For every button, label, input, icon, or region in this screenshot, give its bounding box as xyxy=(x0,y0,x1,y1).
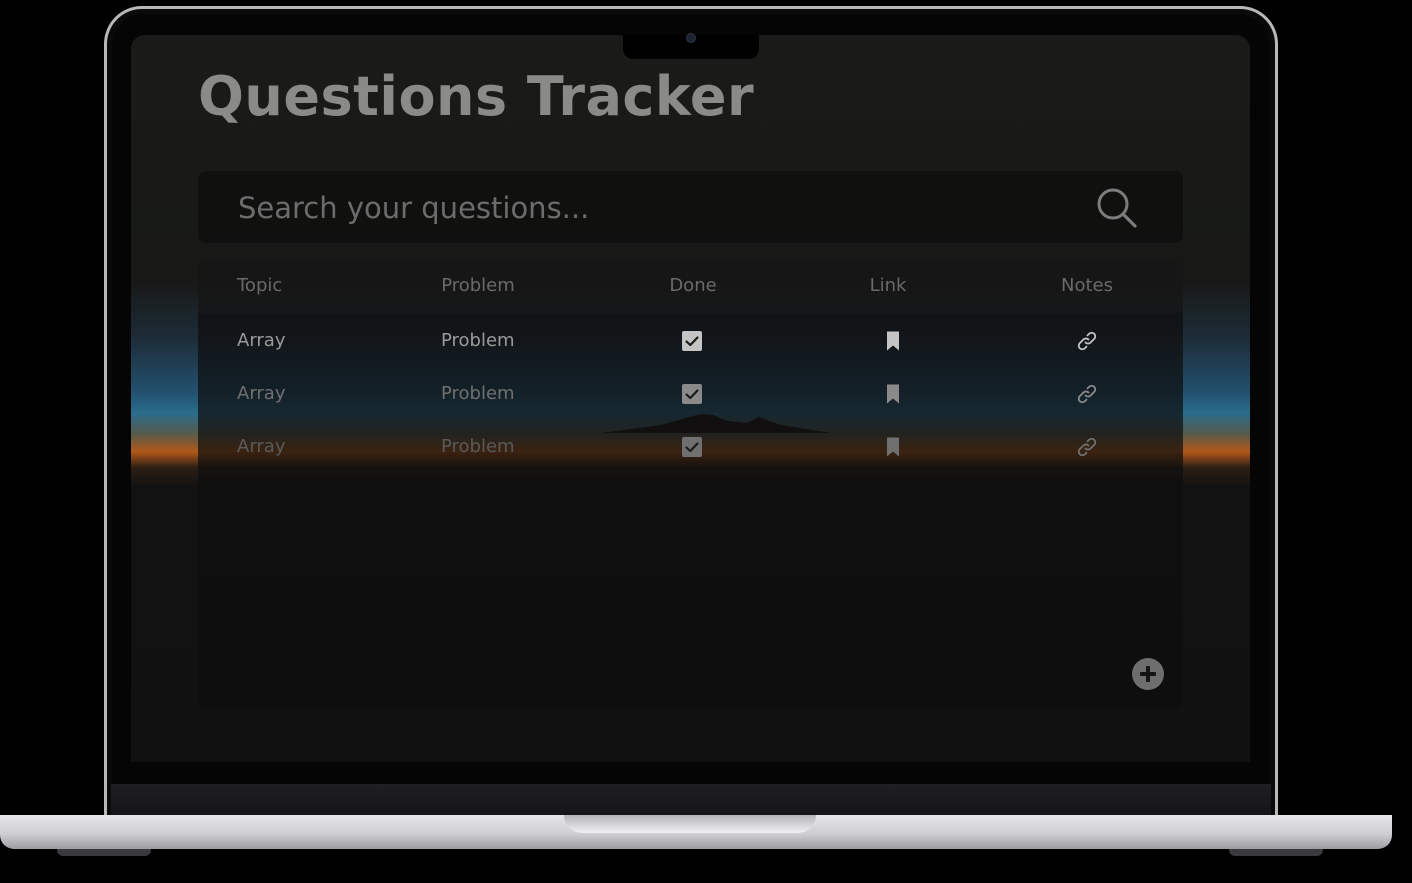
done-checkbox[interactable] xyxy=(681,330,703,352)
search-input[interactable] xyxy=(236,185,1060,231)
questions-table: Topic Problem Done Link Notes Array Probl… xyxy=(198,261,1183,708)
link-icon[interactable] xyxy=(1075,435,1099,459)
done-checkbox[interactable] xyxy=(681,436,703,458)
column-header-problem: Problem xyxy=(441,275,515,296)
bookmark-icon[interactable] xyxy=(882,436,904,458)
table-row[interactable]: Array Problem xyxy=(198,315,1183,368)
search-icon[interactable] xyxy=(1096,187,1138,229)
column-header-notes: Notes xyxy=(1061,275,1113,296)
problem-link[interactable]: Problem xyxy=(441,330,515,351)
laptop-opening-notch xyxy=(564,815,816,833)
search-bar xyxy=(198,171,1183,243)
link-icon[interactable] xyxy=(1075,329,1099,353)
laptop-chin xyxy=(111,784,1271,816)
topic-cell: Array xyxy=(237,383,286,404)
app-screen: Questions Tracker Topic Problem Done Lin… xyxy=(131,35,1250,762)
problem-link[interactable]: Problem xyxy=(441,436,515,457)
table-header: Topic Problem Done Link Notes xyxy=(198,261,1183,313)
topic-cell: Array xyxy=(237,330,286,351)
column-header-link: Link xyxy=(869,275,907,296)
page-title: Questions Tracker xyxy=(198,65,755,128)
laptop-foot-left xyxy=(57,849,151,856)
bookmark-icon[interactable] xyxy=(882,330,904,352)
link-icon[interactable] xyxy=(1075,382,1099,406)
laptop-foot-right xyxy=(1229,849,1323,856)
bookmark-icon[interactable] xyxy=(882,383,904,405)
column-header-done: Done xyxy=(669,275,717,296)
topic-cell: Array xyxy=(237,436,286,457)
problem-link[interactable]: Problem xyxy=(441,383,515,404)
table-row[interactable]: Array Problem xyxy=(198,421,1183,474)
done-checkbox[interactable] xyxy=(681,383,703,405)
add-question-button[interactable] xyxy=(1132,658,1164,690)
table-row[interactable]: Array Problem xyxy=(198,368,1183,421)
column-header-topic: Topic xyxy=(237,275,283,296)
camera-icon xyxy=(686,33,696,43)
